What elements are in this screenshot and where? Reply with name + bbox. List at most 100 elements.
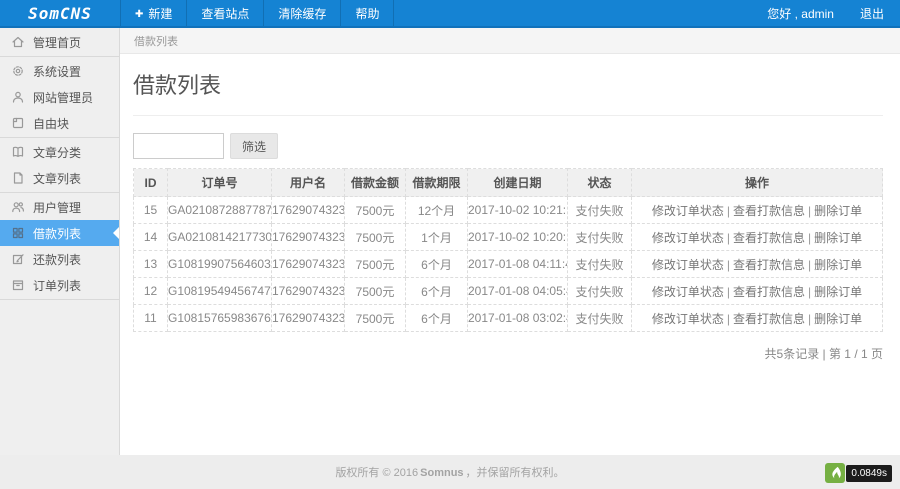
view-payment-link[interactable]: 查看打款信息 [733, 285, 805, 299]
sidebar-item-free-block[interactable]: 自由块 [0, 110, 119, 136]
sidebar-item-label: 订单列表 [33, 277, 81, 294]
sidebar-item-label: 用户管理 [33, 199, 81, 216]
app-logo[interactable]: SomCNS [0, 0, 120, 26]
nav-item-label: 清除缓存 [278, 5, 326, 22]
cell-id: 15 [134, 197, 168, 224]
content-area: 借款列表 借款列表 筛选 ID 订单号 用户名 借款金额 [120, 28, 900, 455]
trace-time: 0.0849s [846, 465, 892, 482]
nav-item-clear-cache[interactable]: 清除缓存 [263, 0, 340, 26]
cell-created: 2017-10-02 10:20:14 [468, 224, 568, 251]
modify-status-link[interactable]: 修改订单状态 [652, 204, 724, 218]
cell-order-no: GA02108142177306 [168, 224, 272, 251]
filter-button[interactable]: 筛选 [230, 133, 278, 159]
sidebar-item-label: 网站管理员 [33, 89, 93, 106]
document-icon [11, 171, 25, 185]
action-separator: | [727, 231, 730, 245]
sidebar-item-order-list[interactable]: 订单列表 [0, 272, 119, 298]
sidebar-item-article-list[interactable]: 文章列表 [0, 165, 119, 191]
copyright-text: 版权所有 © 2016Somnus，并保留所有权利。 [335, 464, 564, 480]
view-payment-link[interactable]: 查看打款信息 [733, 258, 805, 272]
sidebar-item-user-management[interactable]: 用户管理 [0, 194, 119, 220]
sidebar-item-label: 自由块 [33, 115, 69, 132]
breadcrumb: 借款列表 [120, 28, 900, 54]
table-row: 13 G108199075646031 17629074323 7500元 6个… [134, 251, 883, 278]
nav-item-view-site[interactable]: 查看站点 [186, 0, 263, 26]
delete-order-link[interactable]: 删除订单 [814, 231, 862, 245]
cell-amount: 7500元 [345, 251, 406, 278]
col-header-id: ID [134, 169, 168, 197]
cell-status: 支付失败 [568, 251, 632, 278]
cell-created: 2017-10-02 10:21:12 [468, 197, 568, 224]
block-icon [11, 116, 25, 130]
box-icon [11, 278, 25, 292]
grid-icon [11, 226, 25, 240]
copyright-suffix: ，并保留所有权利。 [466, 467, 565, 479]
action-separator: | [727, 204, 730, 218]
logout-link[interactable]: 退出 [860, 5, 900, 22]
cell-username: 17629074323 [272, 224, 345, 251]
action-separator: | [727, 285, 730, 299]
action-separator: | [808, 258, 811, 272]
sidebar-group: 用户管理 借款列表 还款列表 订单列表 [0, 193, 119, 300]
action-separator: | [727, 258, 730, 272]
cell-status: 支付失败 [568, 197, 632, 224]
table-row: 12 G108195494567478 17629074323 7500元 6个… [134, 278, 883, 305]
cell-actions: 修改订单状态|查看打款信息|删除订单 [632, 251, 883, 278]
pagination: 共5条记录 | 第 1 / 1 页 [133, 345, 883, 362]
user-icon [11, 90, 25, 104]
sidebar-item-article-category[interactable]: 文章分类 [0, 139, 119, 165]
plus-icon [135, 6, 143, 20]
loan-table: ID 订单号 用户名 借款金额 借款期限 创建日期 状态 操作 15 GA021… [133, 168, 883, 332]
cell-username: 17629074323 [272, 251, 345, 278]
action-separator: | [808, 231, 811, 245]
delete-order-link[interactable]: 删除订单 [814, 204, 862, 218]
col-header-created: 创建日期 [468, 169, 568, 197]
sidebar-item-loan-list[interactable]: 借款列表 [0, 220, 119, 246]
cell-actions: 修改订单状态|查看打款信息|删除订单 [632, 278, 883, 305]
trace-badge[interactable]: 0.0849s [825, 463, 892, 483]
sidebar-item-system-settings[interactable]: 系统设置 [0, 58, 119, 84]
users-icon [11, 200, 25, 214]
flame-logo-icon[interactable] [825, 463, 845, 483]
cell-actions: 修改订单状态|查看打款信息|删除订单 [632, 305, 883, 332]
breadcrumb-item: 借款列表 [134, 33, 178, 49]
delete-order-link[interactable]: 删除订单 [814, 312, 862, 326]
modify-status-link[interactable]: 修改订单状态 [652, 258, 724, 272]
sidebar-item-admin-home[interactable]: 管理首页 [0, 29, 119, 55]
delete-order-link[interactable]: 删除订单 [814, 258, 862, 272]
modify-status-link[interactable]: 修改订单状态 [652, 285, 724, 299]
sidebar-item-site-admin[interactable]: 网站管理员 [0, 84, 119, 110]
sidebar-item-label: 文章列表 [33, 170, 81, 187]
cell-order-no: GA02108728877876 [168, 197, 272, 224]
action-separator: | [727, 312, 730, 326]
nav-item-new[interactable]: 新建 [120, 0, 186, 26]
view-payment-link[interactable]: 查看打款信息 [733, 204, 805, 218]
sidebar-item-label: 系统设置 [33, 63, 81, 80]
view-payment-link[interactable]: 查看打款信息 [733, 312, 805, 326]
action-separator: | [808, 285, 811, 299]
sidebar-item-repayment-list[interactable]: 还款列表 [0, 246, 119, 272]
cell-status: 支付失败 [568, 305, 632, 332]
col-header-amount: 借款金额 [345, 169, 406, 197]
page-title: 借款列表 [133, 68, 883, 116]
cell-term: 6个月 [406, 251, 468, 278]
cell-term: 1个月 [406, 224, 468, 251]
cell-username: 17629074323 [272, 305, 345, 332]
modify-status-link[interactable]: 修改订单状态 [652, 312, 724, 326]
user-greeting: 您好 , admin [767, 5, 860, 22]
cell-status: 支付失败 [568, 278, 632, 305]
cell-username: 17629074323 [272, 197, 345, 224]
delete-order-link[interactable]: 删除订单 [814, 285, 862, 299]
modify-status-link[interactable]: 修改订单状态 [652, 231, 724, 245]
search-input[interactable] [133, 133, 224, 159]
col-header-term: 借款期限 [406, 169, 468, 197]
sidebar-item-label: 管理首页 [33, 34, 81, 51]
col-header-actions: 操作 [632, 169, 883, 197]
view-payment-link[interactable]: 查看打款信息 [733, 231, 805, 245]
cell-term: 12个月 [406, 197, 468, 224]
nav-item-help[interactable]: 帮助 [340, 0, 394, 26]
footer: 版权所有 © 2016Somnus，并保留所有权利。 0.0849s [0, 455, 900, 489]
sidebar-item-label: 文章分类 [33, 144, 81, 161]
cell-actions: 修改订单状态|查看打款信息|删除订单 [632, 197, 883, 224]
cell-term: 6个月 [406, 278, 468, 305]
